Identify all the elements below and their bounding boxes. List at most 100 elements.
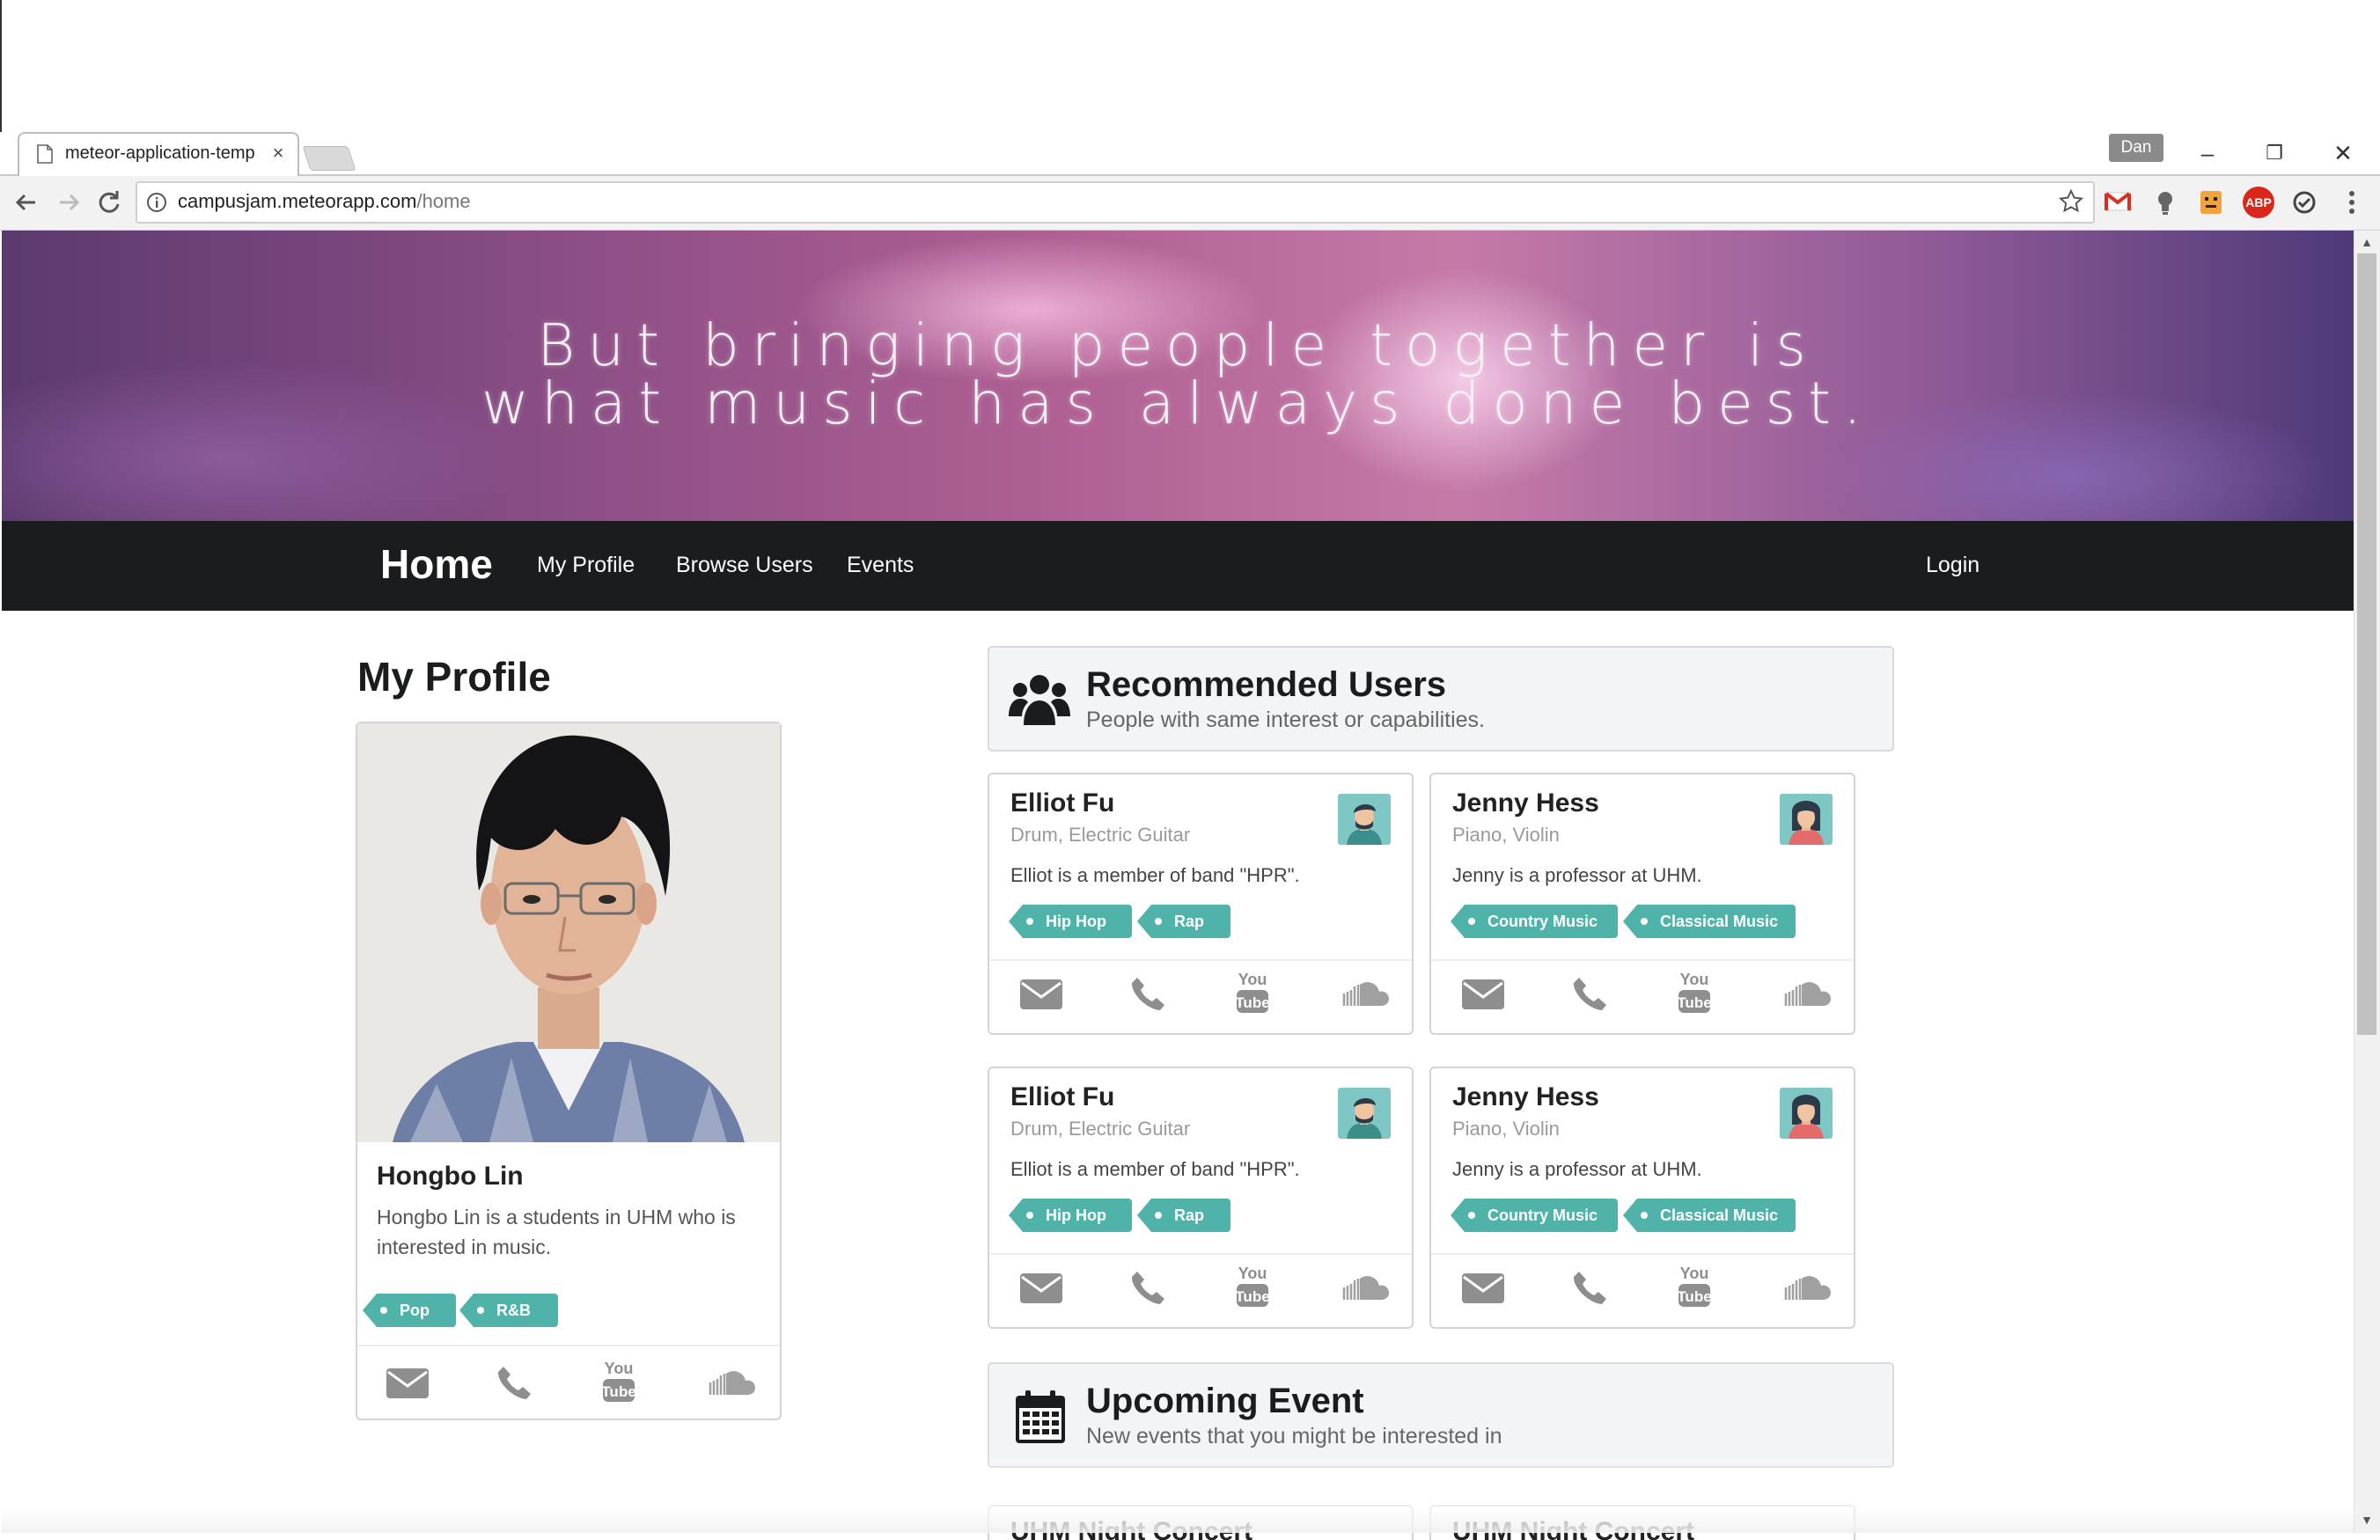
user-instruments: Piano, Violin bbox=[1452, 824, 1560, 846]
soundcloud-icon[interactable] bbox=[700, 1360, 756, 1404]
youtube-tube-text: Tube bbox=[1677, 994, 1711, 1011]
soundcloud-icon[interactable] bbox=[1333, 972, 1390, 1016]
user-description: Jenny is a professor at UHM. bbox=[1452, 1158, 1702, 1180]
nav-login[interactable]: Login bbox=[1926, 553, 1980, 578]
new-tab-button[interactable] bbox=[302, 146, 356, 171]
youtube-you-text: You bbox=[1680, 971, 1709, 988]
tab-title: meteor-application-temp bbox=[65, 143, 255, 163]
user-tag[interactable]: Country Music bbox=[1451, 905, 1618, 938]
user-instruments: Piano, Violin bbox=[1452, 1118, 1560, 1140]
mail-icon[interactable] bbox=[1017, 972, 1066, 1016]
phone-icon[interactable] bbox=[1122, 1265, 1172, 1309]
user-tag[interactable]: Classical Music bbox=[1623, 1199, 1796, 1232]
nav-browse-users[interactable]: Browse Users bbox=[676, 553, 813, 578]
info-icon[interactable] bbox=[146, 192, 167, 213]
honey-icon[interactable] bbox=[2197, 188, 2225, 216]
mail-icon[interactable] bbox=[1458, 1265, 1508, 1309]
my-profile-heading: My Profile bbox=[357, 654, 551, 700]
card-divider bbox=[1431, 959, 1854, 961]
user-name[interactable]: Elliot Fu bbox=[1010, 788, 1114, 818]
youtube-you-text: You bbox=[1238, 971, 1267, 988]
youtube-icon[interactable]: You Tube bbox=[1670, 1264, 1719, 1308]
phone-icon[interactable] bbox=[1564, 1265, 1613, 1309]
profile-tag[interactable]: R&B bbox=[459, 1294, 558, 1327]
forward-icon[interactable] bbox=[49, 183, 88, 222]
upcoming-event-subtitle: New events that you might be interested … bbox=[1086, 1424, 1502, 1448]
lightbulb-icon[interactable] bbox=[2151, 188, 2179, 216]
youtube-icon[interactable]: You Tube bbox=[1228, 1264, 1277, 1308]
mail-icon[interactable] bbox=[1017, 1265, 1066, 1309]
user-tag[interactable]: Rap bbox=[1137, 1199, 1230, 1232]
minimize-icon[interactable]: – bbox=[2188, 137, 2227, 169]
recommended-users-title: Recommended Users bbox=[1086, 665, 1447, 704]
nav-home-brand[interactable]: Home bbox=[380, 540, 493, 588]
user-tag[interactable]: Rap bbox=[1137, 905, 1230, 938]
card-divider bbox=[1431, 1253, 1854, 1255]
tab-close-icon[interactable]: × bbox=[268, 141, 289, 165]
adblock-plus-icon[interactable]: ABP bbox=[2243, 187, 2274, 218]
profile-tag[interactable]: Pop bbox=[363, 1294, 456, 1327]
scroll-down-icon[interactable]: ▼ bbox=[2355, 1510, 2378, 1529]
calendar-icon bbox=[1014, 1389, 1067, 1445]
youtube-icon[interactable]: You Tube bbox=[1228, 970, 1277, 1014]
female-avatar-icon bbox=[1780, 794, 1833, 845]
user-name[interactable]: Jenny Hess bbox=[1452, 788, 1599, 818]
user-card[interactable]: Jenny Hess Piano, Violin Jenny is a profes… bbox=[1429, 773, 1855, 1035]
banner-quote: But bringing people together is what mus… bbox=[2, 317, 2354, 433]
male-avatar-icon bbox=[1338, 794, 1391, 845]
youtube-icon[interactable]: You Tube bbox=[594, 1359, 643, 1403]
back-icon[interactable] bbox=[7, 183, 46, 222]
nav-events[interactable]: Events bbox=[847, 553, 914, 578]
phone-icon[interactable] bbox=[1564, 972, 1613, 1016]
profile-description: Hongbo Lin is a students in UHM who is i… bbox=[377, 1206, 736, 1258]
soundcloud-icon[interactable] bbox=[1333, 1265, 1390, 1309]
youtube-you-text: You bbox=[1680, 1265, 1709, 1282]
user-instruments: Drum, Electric Guitar bbox=[1010, 824, 1191, 846]
user-card[interactable]: Elliot Fu Drum, Electric Guitar Elliot is … bbox=[988, 1067, 1414, 1329]
nav-my-profile[interactable]: My Profile bbox=[537, 553, 635, 578]
youtube-tube-text: Tube bbox=[1235, 1288, 1269, 1305]
profile-badge[interactable]: Dan bbox=[2109, 134, 2163, 162]
phone-icon[interactable] bbox=[1122, 972, 1172, 1016]
scroll-up-icon[interactable]: ▲ bbox=[2355, 232, 2378, 252]
bookmark-star-icon[interactable] bbox=[2058, 188, 2084, 215]
restore-icon[interactable]: ❐ bbox=[2255, 137, 2294, 169]
youtube-tube-text: Tube bbox=[1235, 994, 1269, 1011]
tab-strip bbox=[0, 132, 2380, 176]
card-divider bbox=[357, 1345, 780, 1346]
mail-icon[interactable] bbox=[1458, 972, 1508, 1016]
scrollbar-thumb[interactable] bbox=[2357, 253, 2376, 1035]
recommended-users-subtitle: People with same interest or capabilitie… bbox=[1086, 708, 1486, 732]
card-divider bbox=[989, 959, 1412, 961]
soundcloud-icon[interactable] bbox=[1775, 1265, 1832, 1309]
mail-icon[interactable] bbox=[383, 1360, 432, 1404]
user-name[interactable]: Elliot Fu bbox=[1010, 1082, 1114, 1112]
main-navbar bbox=[2, 521, 2354, 611]
user-instruments: Drum, Electric Guitar bbox=[1010, 1118, 1191, 1140]
user-tag[interactable]: Classical Music bbox=[1623, 905, 1796, 938]
banner-quote-line-1: But bringing people together is bbox=[537, 312, 1818, 379]
profile-name: Hongbo Lin bbox=[377, 1162, 524, 1191]
user-tag[interactable]: Country Music bbox=[1451, 1199, 1618, 1232]
soundcloud-icon[interactable] bbox=[1775, 972, 1832, 1016]
youtube-you-text: You bbox=[1238, 1265, 1267, 1282]
user-tag[interactable]: Hip Hop bbox=[1009, 1199, 1132, 1232]
reload-icon[interactable] bbox=[90, 183, 129, 222]
phone-icon[interactable] bbox=[488, 1360, 538, 1404]
youtube-tube-text: Tube bbox=[601, 1383, 635, 1400]
gmail-icon[interactable] bbox=[2104, 188, 2132, 215]
sync-icon[interactable] bbox=[2290, 188, 2318, 216]
menu-dots-icon[interactable] bbox=[2343, 188, 2361, 216]
male-avatar-icon bbox=[1338, 1088, 1391, 1139]
close-icon[interactable]: ✕ bbox=[2324, 137, 2362, 169]
window-top-area bbox=[0, 0, 2380, 132]
user-tag[interactable]: Hip Hop bbox=[1009, 905, 1132, 938]
user-card[interactable]: Jenny Hess Piano, Violin Jenny is a profes… bbox=[1429, 1067, 1855, 1329]
user-card[interactable]: Elliot Fu Drum, Electric Guitar Elliot is … bbox=[988, 773, 1414, 1035]
youtube-icon[interactable]: You Tube bbox=[1670, 970, 1719, 1014]
user-name[interactable]: Jenny Hess bbox=[1452, 1082, 1599, 1112]
url-host: campusjam.meteorapp.com bbox=[178, 190, 417, 212]
upcoming-event-title: Upcoming Event bbox=[1086, 1382, 1364, 1420]
youtube-tube-text: Tube bbox=[1677, 1288, 1711, 1305]
profile-photo bbox=[357, 723, 780, 1142]
